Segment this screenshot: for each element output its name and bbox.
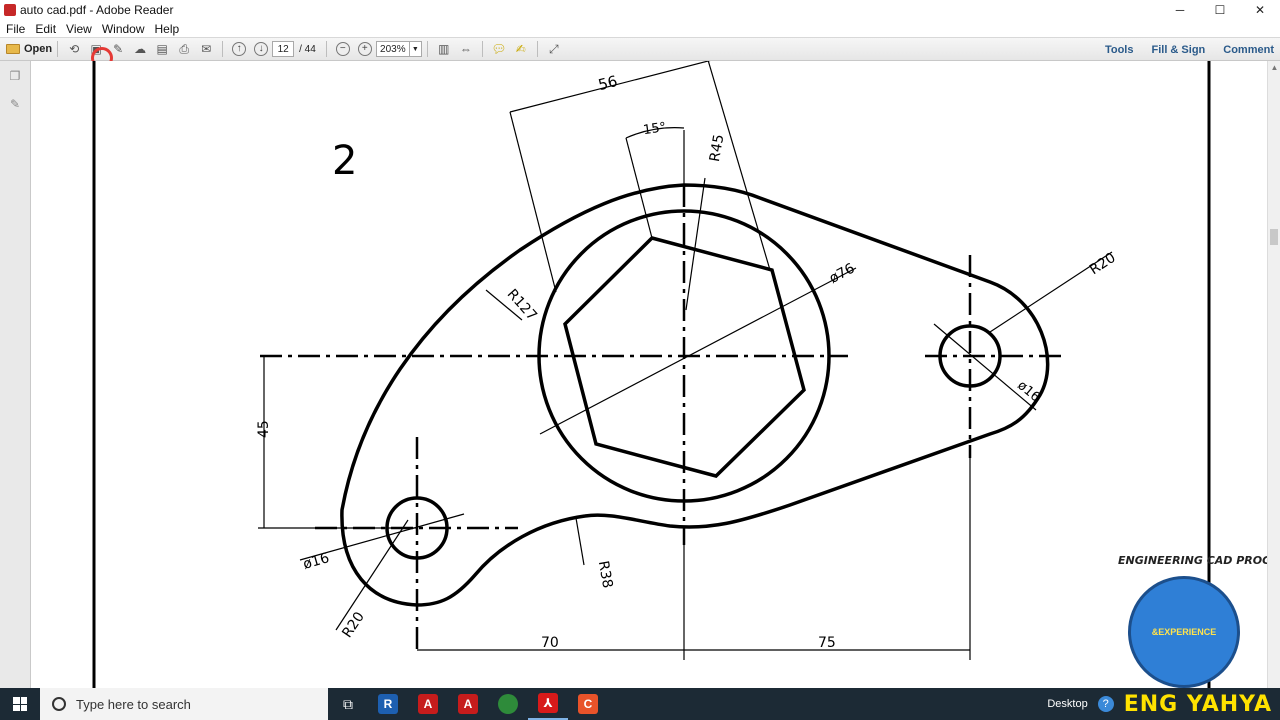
menu-view[interactable]: View: [66, 22, 92, 36]
toolbar-separator: [325, 41, 327, 57]
dim-r45: R45: [707, 133, 728, 163]
menu-bar: File Edit View Window Help: [0, 20, 1280, 37]
minimize-button[interactable]: ─: [1160, 0, 1200, 20]
open-label: Open: [24, 43, 53, 55]
toolbar-separator: [222, 41, 224, 57]
toolbar-separator: [536, 41, 538, 57]
menu-help[interactable]: Help: [155, 22, 180, 36]
task-view-button[interactable]: ⧉: [328, 688, 368, 720]
create-pdf-icon[interactable]: ⟲: [65, 40, 83, 58]
channel-watermark: ENGINEERING CAD PROGRAMS &EXPERIENCE: [1092, 552, 1280, 688]
open-button[interactable]: Open: [6, 43, 52, 55]
autocad-icon: A: [418, 694, 438, 714]
title-bar: auto cad.pdf - Adobe Reader ─ ☐ ✕: [0, 0, 1280, 20]
dim-75: 75: [818, 635, 836, 651]
maximize-button[interactable]: ☐: [1200, 0, 1240, 20]
arrow-up-icon: ↑: [232, 42, 247, 56]
dim-45: 45: [256, 420, 272, 438]
comment-button[interactable]: Comment: [1223, 44, 1274, 56]
pages-icon[interactable]: ❐: [8, 69, 22, 83]
zoom-out-button[interactable]: −: [334, 40, 352, 58]
recorder-icon: C: [578, 694, 598, 714]
zoom-dropdown-icon[interactable]: ▼: [409, 41, 422, 57]
system-tray: Desktop ? ENG YAHYA: [1047, 688, 1280, 720]
browser-icon: [498, 694, 518, 714]
minus-icon: −: [335, 42, 350, 56]
zoom-input[interactable]: 203%: [375, 41, 410, 57]
vertical-scrollbar[interactable]: ▲: [1267, 61, 1280, 688]
close-button[interactable]: ✕: [1240, 0, 1280, 20]
sign-icon[interactable]: ✍: [512, 40, 530, 58]
plus-icon: +: [357, 42, 372, 56]
watermark-text: ENGINEERING CAD PROGRAMS: [1118, 554, 1280, 567]
dim-r20-left: R20: [339, 609, 368, 641]
taskbar-acrobat[interactable]: ⅄: [528, 688, 568, 720]
folder-icon: [6, 44, 20, 54]
document-view[interactable]: 2 56 15° R45 ø76 R127 R20 ø16 45 ø16 R20…: [32, 61, 1267, 688]
revit-icon: R: [378, 694, 398, 714]
taskbar-autocad-2[interactable]: A: [448, 688, 488, 720]
arrow-down-icon: ↓: [254, 42, 269, 56]
taskbar-revit[interactable]: R: [368, 688, 408, 720]
badge-text: &EXPERIENCE: [1151, 627, 1217, 637]
start-button[interactable]: [0, 688, 40, 720]
tools-button[interactable]: Tools: [1105, 44, 1134, 56]
menu-file[interactable]: File: [6, 22, 25, 36]
page-number-input[interactable]: 12: [272, 41, 295, 57]
search-icon: [52, 697, 66, 711]
toolbar-separator: [481, 41, 483, 57]
window-title: auto cad.pdf - Adobe Reader: [20, 3, 174, 17]
task-view-icon: ⧉: [343, 695, 353, 712]
next-page-button[interactable]: ↓: [252, 40, 270, 58]
dim-15-deg: 15°: [642, 120, 667, 138]
page-total: / 44: [299, 43, 316, 55]
toolbar-separator: [57, 41, 59, 57]
taskbar-search[interactable]: Type here to search: [40, 688, 328, 720]
cad-drawing: 2 56 15° R45 ø76 R127 R20 ø16 45 ø16 R20…: [92, 61, 1211, 688]
comment-bubble-icon[interactable]: 💬︎: [490, 40, 508, 58]
dim-70: 70: [541, 635, 559, 651]
desktop-toolbar[interactable]: Desktop: [1047, 698, 1087, 710]
windows-logo-icon: [13, 697, 27, 711]
navigation-pane: ❐ ✎: [0, 61, 31, 688]
taskbar-recorder[interactable]: C: [568, 688, 608, 720]
brand-overlay: ENG YAHYA: [1123, 691, 1272, 717]
toolbar: Open ⟲ ▣ ✎ ☁ ▤ ⎙ ✉ ↑ ↓ 12 / 44 − + 203% …: [0, 37, 1280, 61]
window-controls: ─ ☐ ✕: [1160, 0, 1280, 20]
fill-sign-button[interactable]: Fill & Sign: [1151, 44, 1205, 56]
scroll-up-icon[interactable]: ▲: [1268, 61, 1280, 73]
fit-width-icon[interactable]: ⇔: [457, 40, 475, 58]
menu-window[interactable]: Window: [102, 22, 145, 36]
print-icon[interactable]: ⎙: [175, 40, 193, 58]
zoom-in-button[interactable]: +: [356, 40, 374, 58]
dim-phi76: ø76: [827, 260, 858, 287]
scroll-thumb[interactable]: [1270, 229, 1278, 245]
dim-r127: R127: [504, 286, 540, 324]
dim-r38: R38: [595, 560, 616, 590]
autocad-icon: A: [458, 694, 478, 714]
cloud-upload-icon[interactable]: ☁: [131, 40, 149, 58]
taskbar-autocad[interactable]: A: [408, 688, 448, 720]
previous-page-button[interactable]: ↑: [230, 40, 248, 58]
acrobat-icon: ⅄: [538, 693, 558, 713]
fit-page-icon[interactable]: ▥: [435, 40, 453, 58]
dim-phi16-left: ø16: [301, 550, 331, 573]
mascot-badge: &EXPERIENCE: [1128, 576, 1240, 688]
taskbar-browser[interactable]: [488, 688, 528, 720]
sheet-number: 2: [332, 138, 357, 184]
taskbar: Type here to search ⧉ R A A ⅄ C Desktop …: [0, 688, 1280, 720]
dim-phi16-right: ø16: [1014, 378, 1042, 405]
email-icon[interactable]: ✉: [197, 40, 215, 58]
attachment-icon[interactable]: ✎: [8, 97, 22, 111]
search-placeholder: Type here to search: [76, 696, 191, 712]
fullscreen-icon[interactable]: ⤢: [545, 40, 563, 58]
dim-r20-right: R20: [1087, 250, 1119, 278]
help-icon[interactable]: ?: [1097, 696, 1114, 712]
adobe-reader-icon: [4, 4, 16, 16]
dim-56: 56: [596, 72, 619, 94]
toolbar-right-panel: Tools Fill & Sign Comment: [1105, 38, 1274, 62]
menu-edit[interactable]: Edit: [35, 22, 56, 36]
disk-icon[interactable]: ▤: [153, 40, 171, 58]
toolbar-separator: [426, 41, 428, 57]
